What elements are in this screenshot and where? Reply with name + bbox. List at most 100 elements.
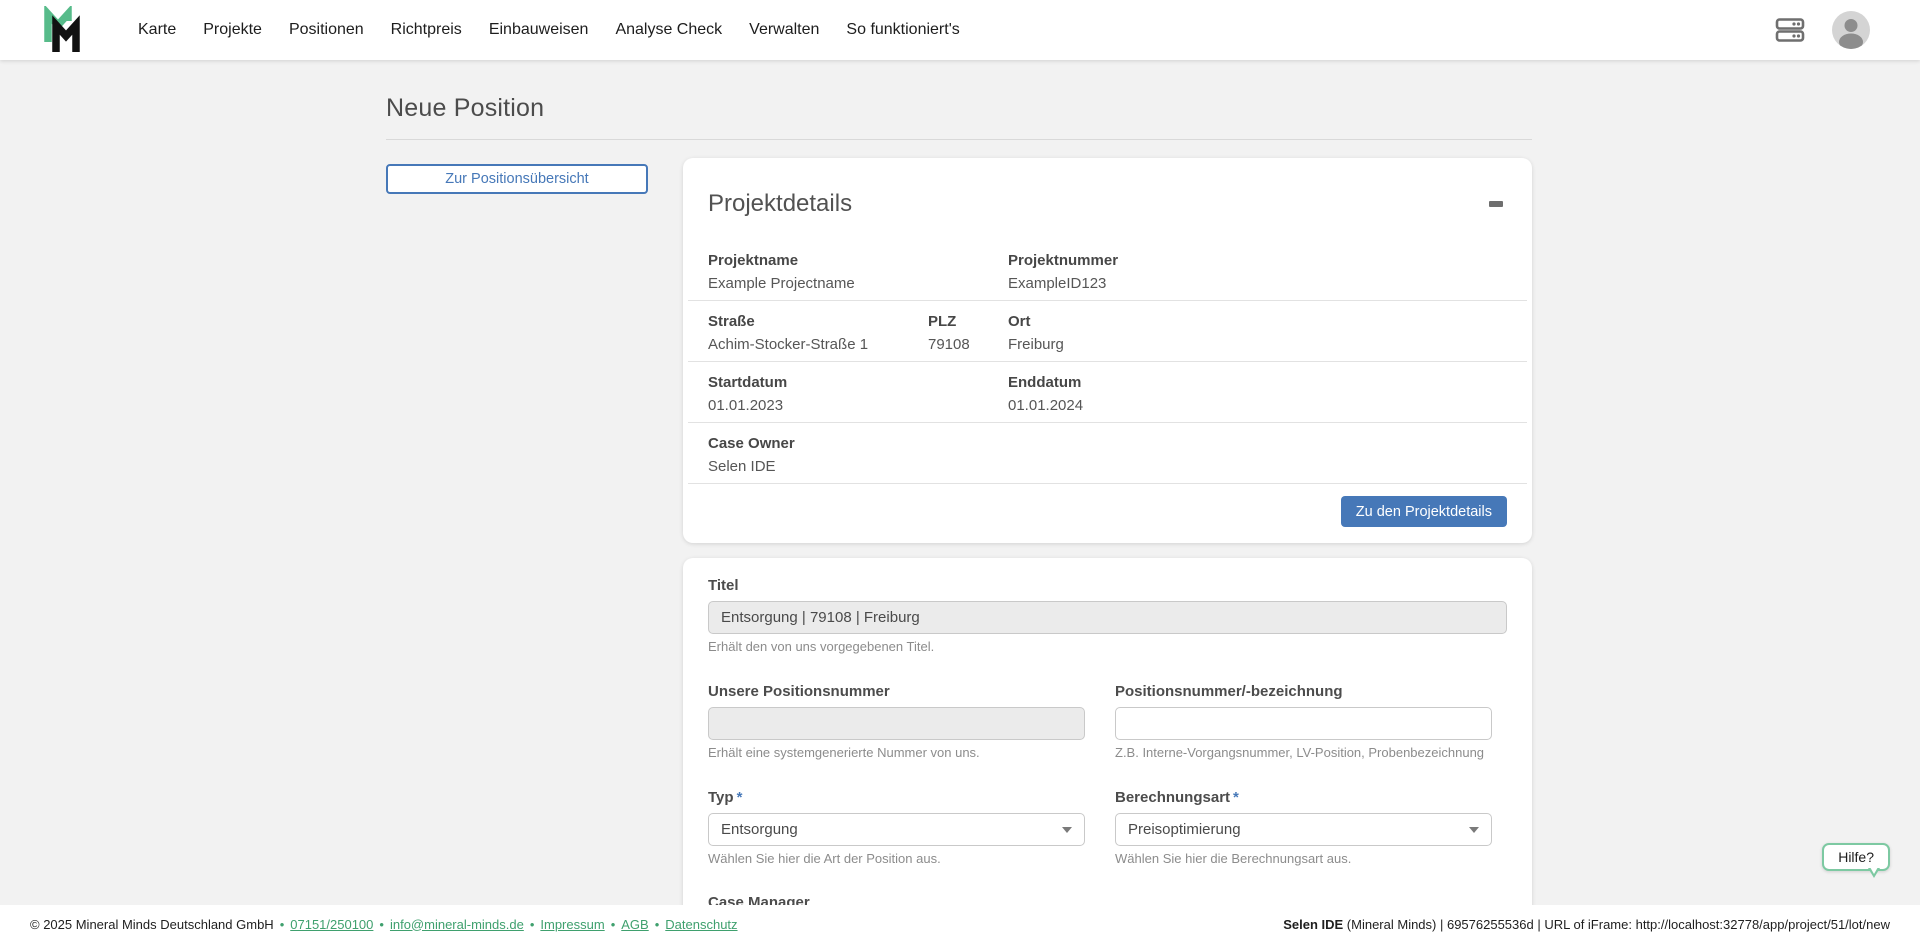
field-projektnummer: Projektnummer ExampleID123: [1008, 249, 1507, 293]
top-navbar: Karte Projekte Positionen Richtpreis Ein…: [0, 0, 1920, 60]
footer-link-email[interactable]: info@mineral-minds.de: [390, 917, 524, 932]
field-value: Achim-Stocker-Straße 1: [708, 331, 928, 354]
detail-row-name-number: Projektname Example Projectname Projektn…: [688, 240, 1527, 301]
detail-row-dates: Startdatum 01.01.2023 Enddatum 01.01.202…: [688, 362, 1527, 423]
field-ort: Ort Freiburg: [1008, 310, 1507, 354]
field-startdatum: Startdatum 01.01.2023: [708, 371, 928, 415]
footer-separator: •: [655, 917, 660, 932]
footer-separator: •: [280, 917, 285, 932]
nav-item-projekte[interactable]: Projekte: [203, 21, 262, 39]
collapse-card-button[interactable]: [1485, 193, 1507, 215]
user-avatar-icon[interactable]: [1832, 11, 1870, 49]
titel-helper: Erhält den von uns vorgegebenen Titel.: [708, 639, 1507, 655]
navbar-right: [1774, 11, 1870, 49]
mineral-minds-logo[interactable]: [42, 6, 86, 54]
unsere-positionsnummer-group: Unsere Positionsnummer Erhält eine syste…: [708, 682, 1085, 761]
project-details-card: Projektdetails Projektname Example Proje…: [683, 158, 1532, 543]
unsere-positionsnummer-helper: Erhält eine systemgenerierte Nummer von …: [708, 745, 1085, 761]
nav-item-verwalten[interactable]: Verwalten: [749, 21, 819, 39]
nav-item-so-funktionierts[interactable]: So funktioniert's: [846, 21, 959, 39]
footer-link-agb[interactable]: AGB: [621, 917, 648, 932]
positionsnummer-label: Positionsnummer/-bezeichnung: [1115, 682, 1492, 701]
field-value: 01.01.2024: [1008, 392, 1507, 415]
footer-separator: •: [530, 917, 535, 932]
berechnungsart-label: Berechnungsart*: [1115, 788, 1492, 807]
berechnungsart-label-text: Berechnungsart: [1115, 789, 1230, 806]
required-marker: *: [737, 789, 743, 806]
back-to-positions-button[interactable]: Zur Positionsübersicht: [386, 164, 648, 194]
field-label: PLZ: [928, 310, 1008, 331]
case-manager-group: Case Manager: [708, 893, 1507, 905]
berechnungsart-select[interactable]: Preisoptimierung: [1115, 813, 1492, 846]
page-title: Neue Position: [386, 94, 1532, 123]
footer-session-text: (Mineral Minds) | 69576255536d | URL of …: [1343, 917, 1890, 932]
typ-selected-value: Entsorgung: [721, 821, 798, 838]
field-strasse: Straße Achim-Stocker-Straße 1: [708, 310, 928, 354]
server-icon[interactable]: [1774, 14, 1806, 46]
field-value: ExampleID123: [1008, 270, 1507, 293]
titel-input[interactable]: [708, 601, 1507, 634]
footer-left: © 2025 Mineral Minds Deutschland GmbH • …: [30, 917, 738, 932]
help-button[interactable]: Hilfe?: [1822, 843, 1890, 871]
footer-separator: •: [379, 917, 384, 932]
footer-separator: •: [611, 917, 616, 932]
field-label: Startdatum: [708, 371, 928, 392]
minus-icon: [1489, 201, 1503, 207]
nav-item-einbauweisen[interactable]: Einbauweisen: [489, 21, 589, 39]
footer-session-info: Selen IDE (Mineral Minds) | 69576255536d…: [1283, 917, 1890, 932]
field-enddatum: Enddatum 01.01.2024: [1008, 371, 1507, 415]
field-label: Projektname: [708, 249, 928, 270]
titel-label: Titel: [708, 576, 1507, 595]
field-value: 01.01.2023: [708, 392, 928, 415]
field-label: Case Owner: [708, 432, 928, 453]
main-area: Neue Position Zur Positionsübersicht Pro…: [0, 60, 1920, 905]
field-case-owner: Case Owner Selen IDE: [708, 432, 928, 476]
unsere-positionsnummer-label: Unsere Positionsnummer: [708, 682, 1085, 701]
nav-item-analyse-check[interactable]: Analyse Check: [615, 21, 722, 39]
field-value: Example Projectname: [708, 270, 928, 293]
footer-link-impressum[interactable]: Impressum: [540, 917, 604, 932]
detail-row-address: Straße Achim-Stocker-Straße 1 PLZ 79108 …: [688, 301, 1527, 362]
field-label: Projektnummer: [1008, 249, 1507, 270]
typ-helper: Wählen Sie hier die Art der Position aus…: [708, 851, 1085, 867]
typ-label-text: Typ: [708, 789, 734, 806]
chevron-down-icon: [1469, 827, 1479, 833]
footer-link-datenschutz[interactable]: Datenschutz: [665, 917, 737, 932]
project-details-title: Projektdetails: [708, 190, 852, 218]
field-label: Enddatum: [1008, 371, 1507, 392]
berechnungsart-helper: Wählen Sie hier die Berechnungsart aus.: [1115, 851, 1492, 867]
case-manager-label: Case Manager: [708, 893, 1507, 905]
field-value: Selen IDE: [708, 453, 928, 476]
left-column: Zur Positionsübersicht: [386, 158, 683, 905]
typ-label: Typ*: [708, 788, 1085, 807]
detail-row-case-owner: Case Owner Selen IDE: [688, 423, 1527, 484]
field-projektname: Projektname Example Projectname: [708, 249, 928, 293]
berechnungsart-group: Berechnungsart* Preisoptimierung Wählen …: [1115, 788, 1492, 867]
main-menu: Karte Projekte Positionen Richtpreis Ein…: [138, 21, 960, 39]
titel-group: Titel Erhält den von uns vorgegebenen Ti…: [708, 576, 1507, 655]
unsere-positionsnummer-input[interactable]: [708, 707, 1085, 740]
nav-item-richtpreis[interactable]: Richtpreis: [391, 21, 462, 39]
nav-item-karte[interactable]: Karte: [138, 21, 176, 39]
positionsnummer-helper: Z.B. Interne-Vorgangsnummer, LV-Position…: [1115, 745, 1492, 761]
go-to-project-details-button[interactable]: Zu den Projektdetails: [1341, 496, 1507, 527]
positionsnummer-group: Positionsnummer/-bezeichnung Z.B. Intern…: [1115, 682, 1492, 761]
berechnungsart-selected-value: Preisoptimierung: [1128, 821, 1241, 838]
title-divider: [386, 139, 1532, 140]
new-position-form-card: Titel Erhält den von uns vorgegebenen Ti…: [683, 558, 1532, 905]
nav-item-positionen[interactable]: Positionen: [289, 21, 364, 39]
field-label: Straße: [708, 310, 928, 331]
field-value: Freiburg: [1008, 331, 1507, 354]
positionsnummer-input[interactable]: [1115, 707, 1492, 740]
required-marker: *: [1233, 789, 1239, 806]
footer-user: Selen IDE: [1283, 917, 1343, 932]
field-plz: PLZ 79108: [928, 310, 1008, 354]
copyright-text: © 2025 Mineral Minds Deutschland GmbH: [30, 917, 274, 932]
project-details-rows: Projektname Example Projectname Projektn…: [688, 240, 1527, 484]
footer-link-phone[interactable]: 07151/250100: [290, 917, 373, 932]
typ-select[interactable]: Entsorgung: [708, 813, 1085, 846]
field-label: Ort: [1008, 310, 1507, 331]
field-value: 79108: [928, 331, 1008, 354]
chevron-down-icon: [1062, 827, 1072, 833]
typ-group: Typ* Entsorgung Wählen Sie hier die Art …: [708, 788, 1085, 867]
